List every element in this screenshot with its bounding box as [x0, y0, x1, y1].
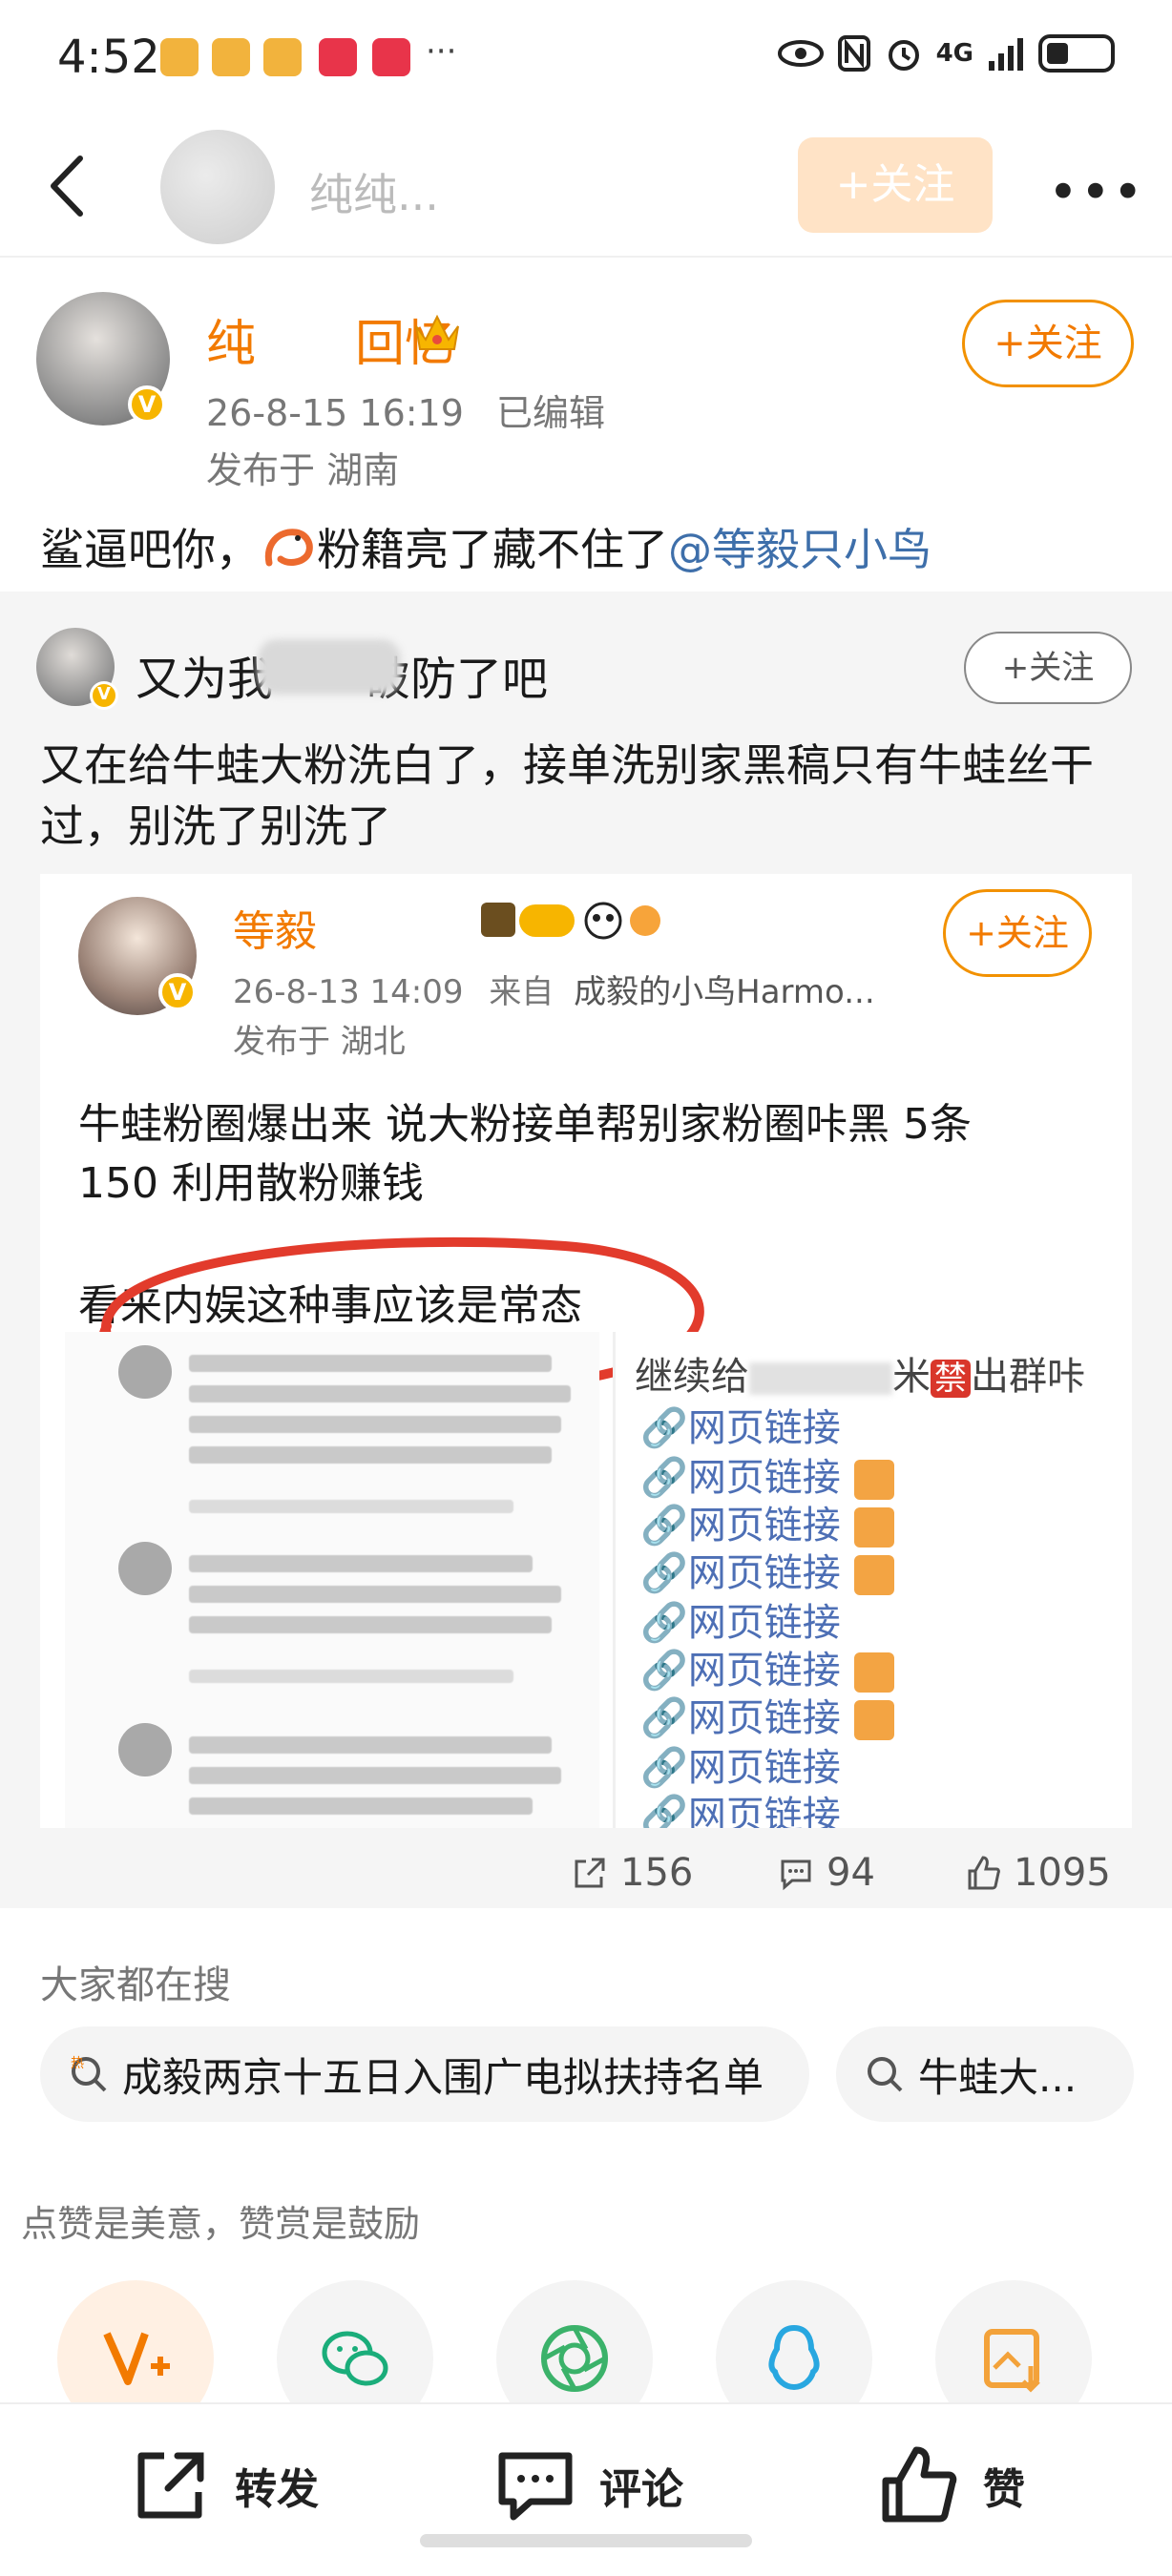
comment-button[interactable]: 评论: [492, 2442, 683, 2528]
repost-text: 又在给牛蛙大粉洗白了，接单洗别家黑稿只有牛蛙丝干过，别洗了别洗了: [40, 739, 1094, 852]
comment-count[interactable]: 94: [777, 1851, 875, 1895]
embed-author-name: 等毅: [233, 907, 317, 956]
embed-text-line: 看来内娱这种事应该是常态: [78, 1281, 582, 1330]
post-text-middle: 粉籍亮了藏不住了: [317, 524, 668, 575]
embed-location: 发布于 湖北: [233, 1023, 406, 1061]
repost-count[interactable]: 156: [571, 1851, 693, 1895]
verified-badge-icon: V: [158, 973, 197, 1011]
more-options-icon[interactable]: •••: [1048, 162, 1145, 222]
status-bar: 4:52 ··· 4G: [0, 0, 1172, 114]
alarm-icon: [888, 40, 919, 71]
edited-label: 已编辑: [496, 392, 606, 434]
home-indicator: [420, 2534, 752, 2547]
blurred-name-part: [749, 1362, 892, 1395]
hot-search-title: 大家都在搜: [40, 1963, 231, 2007]
hot-search-chip[interactable]: 热 成毅两京十五日入围广电拟扶持名单: [40, 2026, 809, 2122]
post-text: 鲨逼吧你， 粉籍亮了藏不住了@等毅只小鸟: [40, 515, 931, 578]
qq-penguin-icon: [768, 2324, 820, 2391]
post-meta: 26-8-15 16:19 已编辑: [206, 384, 605, 436]
blurred-comment-screenshot: [65, 1332, 599, 1828]
embed-source: 成毅的小鸟Harmo...: [574, 973, 875, 1011]
post-location: 发布于 湖南: [206, 449, 400, 491]
group-chat-screenshot: 继续给米禁出群咔 🔗网页链接 🔗网页链接 🔗网页链接 🔗网页链接 🔗网页链接 🔗…: [613, 1332, 1132, 1828]
nav-username[interactable]: 纯纯...: [309, 160, 439, 223]
fan-badges-icon: [481, 902, 660, 940]
weibo-notification-icon: [263, 38, 302, 76]
repost-follow-button[interactable]: +关注: [964, 632, 1132, 704]
xiaohongshu-notification-icon: [372, 38, 410, 76]
repost-button[interactable]: 转发: [128, 2442, 319, 2528]
eye-icon: [777, 40, 824, 67]
web-link: 🔗网页链接: [640, 1542, 894, 1597]
nav-follow-button[interactable]: +关注: [798, 137, 993, 233]
reward-v-plus-icon: [103, 2332, 170, 2385]
back-arrow-icon[interactable]: [42, 153, 99, 219]
save-image-icon: [984, 2329, 1040, 2393]
comment-icon: [781, 1859, 811, 1891]
repost-icon: [137, 2452, 204, 2519]
thumbs-up-icon: [968, 1856, 1000, 1890]
embedded-screenshot[interactable]: V 等毅 +关注 26-8-13 14:09 来自 成毅的小鸟Harmo... …: [40, 874, 1132, 1828]
embed-meta: 26-8-13 14:09 来自 成毅的小鸟Harmo...: [233, 966, 875, 1012]
like-count[interactable]: 1095: [964, 1851, 1111, 1895]
more-notifications: ···: [426, 32, 457, 71]
web-link: 🔗网页链接: [640, 1794, 841, 1828]
top-nav-bar: 纯纯... +关注 •••: [0, 114, 1172, 258]
reward-tip: 点赞是美意，赞赏是鼓励: [21, 2203, 421, 2245]
comment-icon: [498, 2452, 573, 2521]
weibo-post-page: 4:52 ··· 4G 纯纯... +关注 ••• V 纯 回忆 26-8-15…: [0, 0, 1172, 2576]
post-text-start: 鲨逼吧你，: [40, 524, 260, 575]
embed-badges: [481, 897, 672, 953]
chat-title-middle: 米: [892, 1355, 931, 1399]
follow-button[interactable]: +关注: [962, 300, 1134, 387]
chat-title-end: 出群咔: [971, 1355, 1085, 1399]
xiaohongshu-notification-icon: [319, 38, 357, 76]
embed-source-prefix: 来自: [489, 973, 555, 1011]
weibo-notification-icon: [160, 38, 199, 76]
ban-badge: 禁: [931, 1360, 971, 1398]
weibo-notification-icon: [212, 38, 250, 76]
wechat-icon: [322, 2331, 388, 2386]
chat-title-start: 继续给: [635, 1355, 749, 1399]
nav-avatar[interactable]: [160, 130, 275, 244]
moments-icon: [541, 2325, 608, 2392]
bottom-action-bar: 转发 评论 赞: [0, 2402, 1172, 2576]
embed-date: 26-8-13 14:09: [233, 973, 464, 1011]
web-link: 🔗网页链接: [640, 1406, 841, 1450]
search-icon: [868, 2057, 903, 2092]
status-icons: 4G: [777, 34, 1115, 73]
status-time: 4:52: [57, 31, 160, 84]
signal-icon: [989, 38, 1023, 71]
verified-badge-icon: V: [90, 681, 118, 710]
repost-card[interactable]: V 又为我 破防了吧 +关注 又在给牛蛙大粉洗白了，接单洗别家黑稿只有牛蛙丝干过…: [0, 592, 1172, 1908]
chat-title: 继续给 米禁出群咔: [635, 1345, 1085, 1401]
embed-text-line: 150 利用散粉赚钱: [78, 1159, 424, 1208]
share-icon: [575, 1858, 605, 1888]
blurred-name-part: [258, 639, 401, 695]
mention-link[interactable]: @等毅只小鸟: [668, 524, 931, 575]
thumbs-up-icon: [882, 2446, 957, 2523]
web-link: 🔗网页链接: [640, 1687, 894, 1742]
embed-text-line: 牛蛙粉圈爆出来 说大粉接单帮别家粉圈咔黑 5条: [78, 1100, 972, 1149]
nfc-icon: [837, 35, 870, 72]
like-button[interactable]: 赞: [876, 2442, 1025, 2528]
crown-icon: [415, 314, 459, 350]
shrimp-emoji-icon: [264, 529, 313, 567]
embed-follow-button: +关注: [943, 889, 1092, 977]
battery-icon: [1038, 34, 1115, 73]
hot-search-icon: 热: [71, 2056, 107, 2092]
post-date: 26-8-15 16:19: [206, 392, 464, 434]
hot-search-chip[interactable]: 牛蛙大...: [836, 2026, 1134, 2122]
network-label: 4G: [935, 39, 973, 68]
svg-text:热: 热: [71, 2056, 84, 2071]
verified-badge-icon: V: [128, 385, 166, 424]
repost-stats: 156 94 1095: [0, 1851, 1172, 1908]
